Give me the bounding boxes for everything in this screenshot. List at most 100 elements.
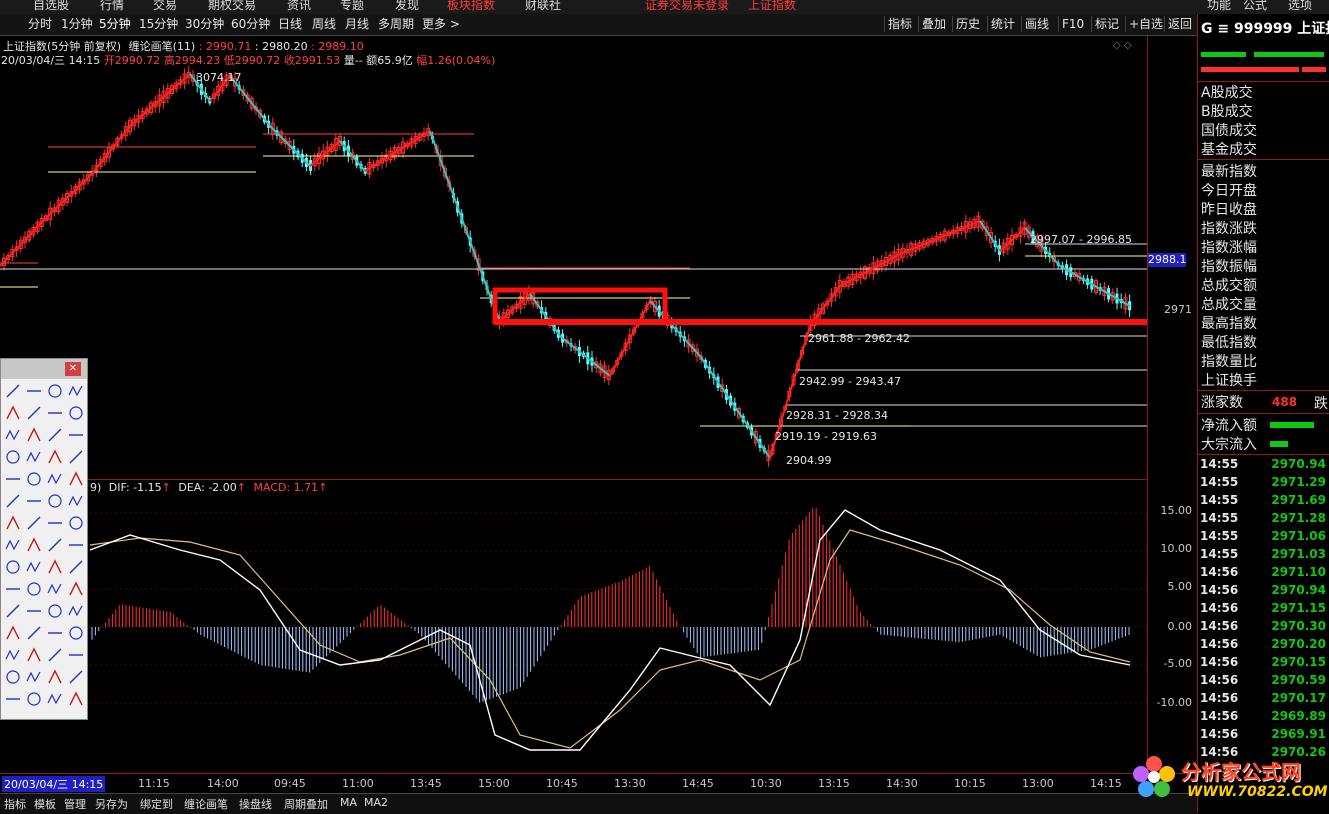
tool-history[interactable]: 历史 — [952, 16, 983, 32]
draw-tool-icon[interactable] — [27, 626, 41, 640]
draw-tool-icon[interactable] — [48, 384, 62, 398]
period-tab-1min[interactable]: 1分钟 — [61, 16, 93, 32]
draw-tool-icon[interactable] — [48, 538, 62, 552]
draw-tool-icon[interactable] — [6, 515, 20, 530]
menu-item[interactable]: 发现 — [395, 0, 419, 13]
draw-tools-palette[interactable]: ✕ — [0, 358, 88, 720]
menu-item[interactable]: 资讯 — [287, 0, 311, 13]
draw-tool-icon[interactable] — [5, 649, 20, 661]
draw-tool-icon[interactable] — [69, 581, 83, 596]
close-icon[interactable]: ✕ — [65, 362, 81, 376]
macd-panel[interactable]: 9) DIF: -1.15↑ DEA: -2.00↑ MACD: 1.71↑ — [0, 480, 1147, 773]
draw-tool-icon[interactable] — [5, 429, 20, 441]
menu-item[interactable]: 板块指数 — [447, 0, 495, 13]
draw-tool-icon[interactable] — [6, 625, 20, 640]
tool-f10[interactable]: F10 — [1058, 16, 1087, 32]
draw-tool-icon[interactable] — [47, 583, 62, 595]
draw-tool-icon[interactable] — [26, 451, 41, 463]
draw-tool-icon[interactable] — [6, 670, 20, 684]
draw-tool-icon[interactable] — [27, 582, 41, 596]
draw-tool-icon[interactable] — [5, 539, 20, 551]
bottom-tab[interactable]: 模板 — [34, 796, 56, 812]
period-tab-month[interactable]: 月线 — [345, 16, 369, 32]
period-tab-multi[interactable]: 多周期 — [378, 16, 414, 32]
kline-chart-panel[interactable]: 上证指数(5分钟 前复权) 缠论画笔(11) : 2990.71 : 2980.… — [0, 36, 1147, 480]
draw-tool-icon[interactable] — [27, 537, 41, 552]
tool-grid[interactable] — [1, 379, 87, 719]
draw-tool-icon[interactable] — [27, 647, 41, 662]
draw-tool-icon[interactable] — [48, 604, 62, 618]
draw-tool-icon[interactable] — [48, 559, 62, 574]
bottom-tab[interactable]: 管理 — [64, 796, 86, 812]
menu-item[interactable]: 交易 — [153, 0, 177, 13]
draw-tool-icon[interactable] — [68, 495, 83, 507]
bottom-tab[interactable]: MA2 — [364, 796, 388, 809]
period-tab-60min[interactable]: 60分钟 — [231, 16, 270, 32]
period-tab-30min[interactable]: 30分钟 — [185, 16, 224, 32]
menu-item[interactable]: 自选股 — [33, 0, 69, 13]
draw-tool-icon[interactable] — [6, 560, 20, 574]
draw-tool-icon[interactable] — [6, 450, 20, 464]
up-count-label: 涨家数 — [1201, 395, 1243, 411]
tool-back[interactable]: 返回 — [1164, 16, 1195, 32]
draw-tool-icon[interactable] — [27, 472, 41, 486]
tool-add-watch[interactable]: +自选 — [1125, 16, 1166, 32]
period-tab-day[interactable]: 日线 — [278, 16, 302, 32]
bottom-tab[interactable]: 操盘线 — [239, 796, 272, 812]
draw-tool-icon[interactable] — [27, 692, 41, 706]
menu-item[interactable]: 公式 — [1243, 0, 1267, 13]
draw-tool-icon[interactable] — [48, 428, 62, 442]
draw-tool-icon[interactable] — [69, 670, 83, 684]
draw-tool-icon[interactable] — [68, 385, 83, 397]
draw-tool-icon[interactable] — [6, 405, 20, 420]
draw-tool-icon[interactable] — [27, 406, 41, 420]
draw-tool-icon[interactable] — [48, 669, 62, 684]
draw-tool-icon[interactable] — [69, 560, 83, 574]
draw-tool-icon[interactable] — [27, 427, 41, 442]
draw-tool-icon[interactable] — [6, 604, 20, 618]
period-tab-5min[interactable]: 5分钟 — [99, 16, 131, 32]
period-tab-more[interactable]: 更多 > — [422, 16, 460, 32]
draw-tool-icon[interactable] — [69, 516, 83, 530]
draw-tool-icon[interactable] — [69, 691, 83, 706]
draw-tool-icon[interactable] — [6, 384, 20, 398]
draw-tool-icon[interactable] — [26, 561, 41, 573]
tool-indicator[interactable]: 指标 — [884, 16, 915, 32]
tool-draw[interactable]: 画线 — [1021, 16, 1052, 32]
draw-tool-icon[interactable] — [69, 450, 83, 464]
bottom-tab[interactable]: 缠论画笔 — [184, 796, 228, 812]
quote-header[interactable]: G ≡ 999999 上证指 — [1201, 18, 1329, 38]
bottom-tab[interactable]: 周期叠加 — [284, 796, 328, 812]
bottom-tab[interactable]: MA — [340, 796, 357, 809]
draw-tool-icon[interactable] — [47, 473, 62, 485]
draw-tool-icon[interactable] — [68, 605, 83, 617]
tool-stats[interactable]: 统计 — [987, 16, 1018, 32]
period-tab-week[interactable]: 周线 — [312, 16, 336, 32]
period-tab-15min[interactable]: 15分钟 — [139, 16, 178, 32]
menu-item[interactable]: 选项 — [1288, 0, 1312, 13]
period-tab-fenshi[interactable]: 分时 — [28, 16, 52, 32]
draw-tool-icon[interactable] — [48, 494, 62, 508]
tool-overlay[interactable]: 叠加 — [918, 16, 949, 32]
draw-tool-icon[interactable] — [6, 494, 20, 508]
menu-item[interactable]: 行情 — [100, 0, 124, 13]
draw-tool-icon[interactable] — [69, 471, 83, 486]
draw-tool-icon[interactable] — [48, 648, 62, 662]
panel-diamond-icons[interactable]: ◇ ◇ — [1113, 40, 1132, 51]
draw-tool-icon[interactable] — [69, 406, 83, 420]
draw-tool-icon[interactable] — [26, 671, 41, 683]
login-status[interactable]: 证券交易未登录 — [645, 0, 729, 13]
draw-tool-icon[interactable] — [47, 693, 62, 705]
draw-tool-icon[interactable] — [48, 449, 62, 464]
bottom-tab[interactable]: 绑定到 — [140, 796, 173, 812]
draw-tool-icon[interactable] — [27, 516, 41, 530]
menu-item[interactable]: 财联社 — [525, 0, 561, 13]
bottom-tab[interactable]: 指标 — [4, 796, 26, 812]
block-inflow-bar — [1270, 441, 1288, 447]
menu-item[interactable]: 专题 — [340, 0, 364, 13]
menu-item[interactable]: 期权交易 — [208, 0, 256, 13]
draw-tool-icon[interactable] — [69, 626, 83, 640]
menu-item[interactable]: 功能 — [1207, 0, 1231, 13]
bottom-tab[interactable]: 另存为 — [95, 796, 128, 812]
tool-mark[interactable]: 标记 — [1091, 16, 1122, 32]
